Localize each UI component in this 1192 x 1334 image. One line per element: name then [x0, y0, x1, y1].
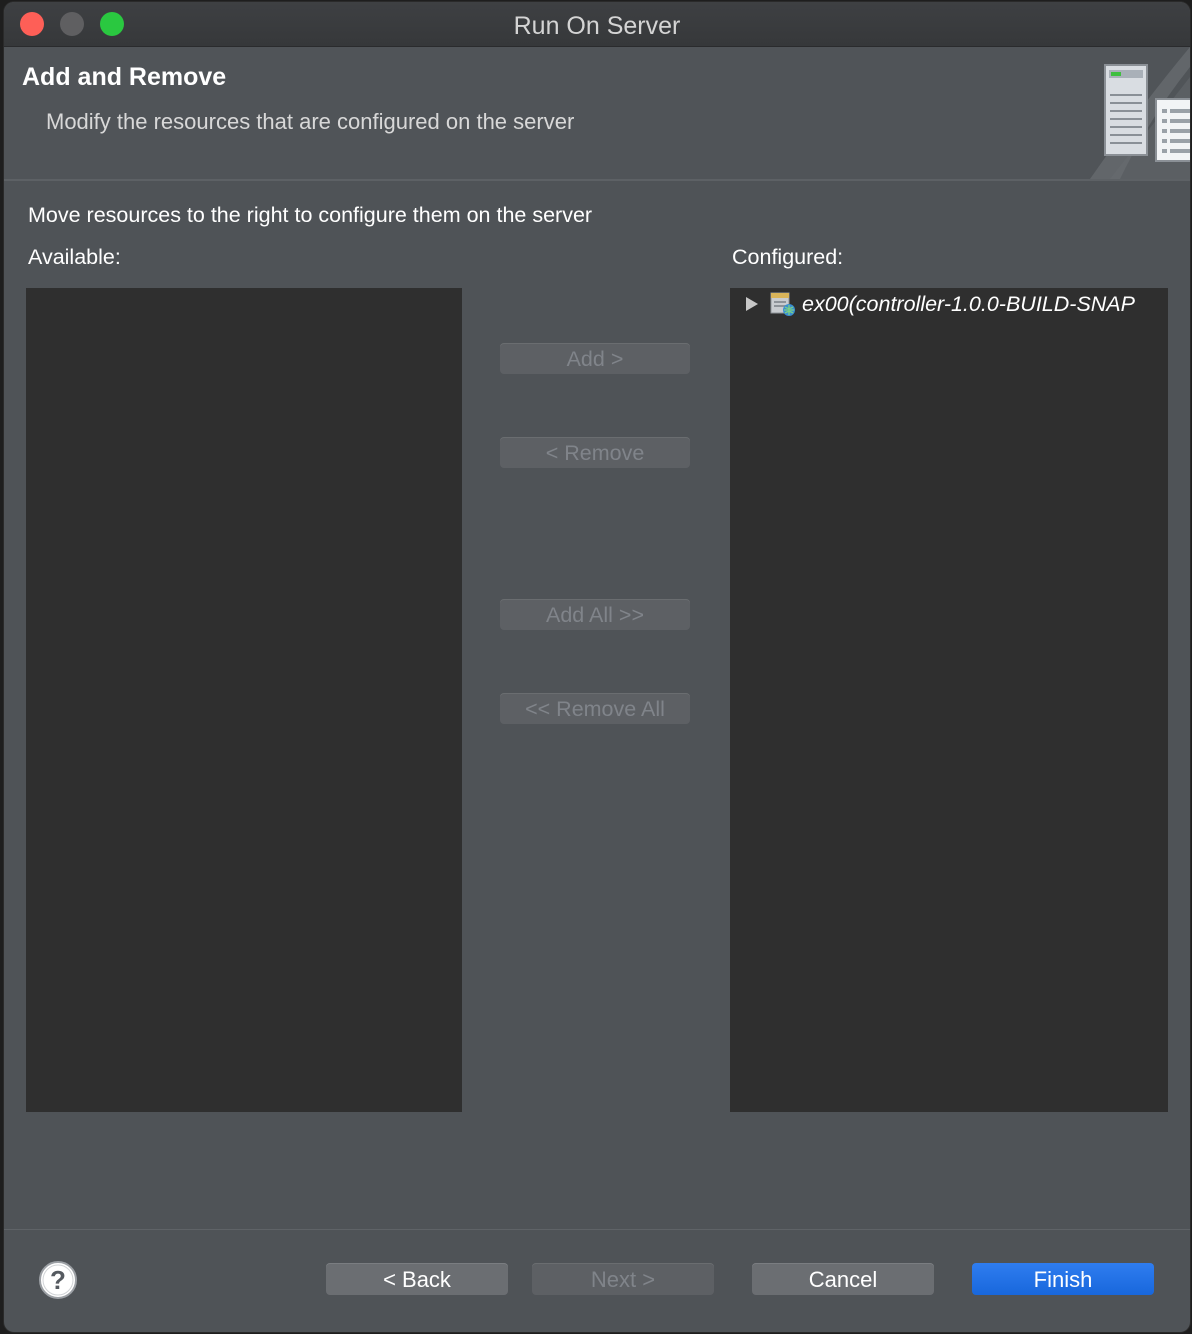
page-title: Add and Remove [22, 63, 227, 91]
configured-list[interactable]: ex00(controller-1.0.0-BUILD-SNAP [730, 288, 1168, 1112]
svg-text:?: ? [50, 1265, 66, 1295]
available-list[interactable] [26, 288, 462, 1112]
remove-all-button[interactable]: << Remove All [500, 693, 690, 724]
cancel-button[interactable]: Cancel [752, 1263, 934, 1295]
next-button[interactable]: Next > [532, 1263, 714, 1295]
remove-button[interactable]: < Remove [500, 437, 690, 468]
available-label: Available: [28, 245, 121, 269]
instruction-text: Move resources to the right to configure… [28, 203, 593, 227]
wizard-header: Add and Remove Modify the resources that… [4, 47, 1190, 181]
page-description: Modify the resources that are configured… [46, 109, 575, 134]
help-icon[interactable]: ? [38, 1260, 78, 1300]
window-title: Run On Server [513, 12, 681, 40]
server-wizard-banner-icon [1090, 47, 1190, 179]
back-button[interactable]: < Back [326, 1263, 508, 1295]
footer-divider [4, 1229, 1190, 1230]
expand-arrow-icon[interactable] [744, 296, 760, 312]
web-module-icon [770, 292, 795, 316]
title-bar[interactable]: Run On Server [4, 2, 1190, 47]
add-all-button[interactable]: Add All >> [500, 599, 690, 630]
add-button[interactable]: Add > [500, 343, 690, 374]
run-on-server-dialog: Run On Server Add and Remove Modify the … [4, 2, 1190, 1332]
list-item[interactable]: ex00(controller-1.0.0-BUILD-SNAP [744, 290, 1135, 318]
finish-button[interactable]: Finish [972, 1263, 1154, 1295]
configured-label: Configured: [732, 245, 844, 269]
configured-item-label: ex00(controller-1.0.0-BUILD-SNAP [802, 291, 1135, 316]
